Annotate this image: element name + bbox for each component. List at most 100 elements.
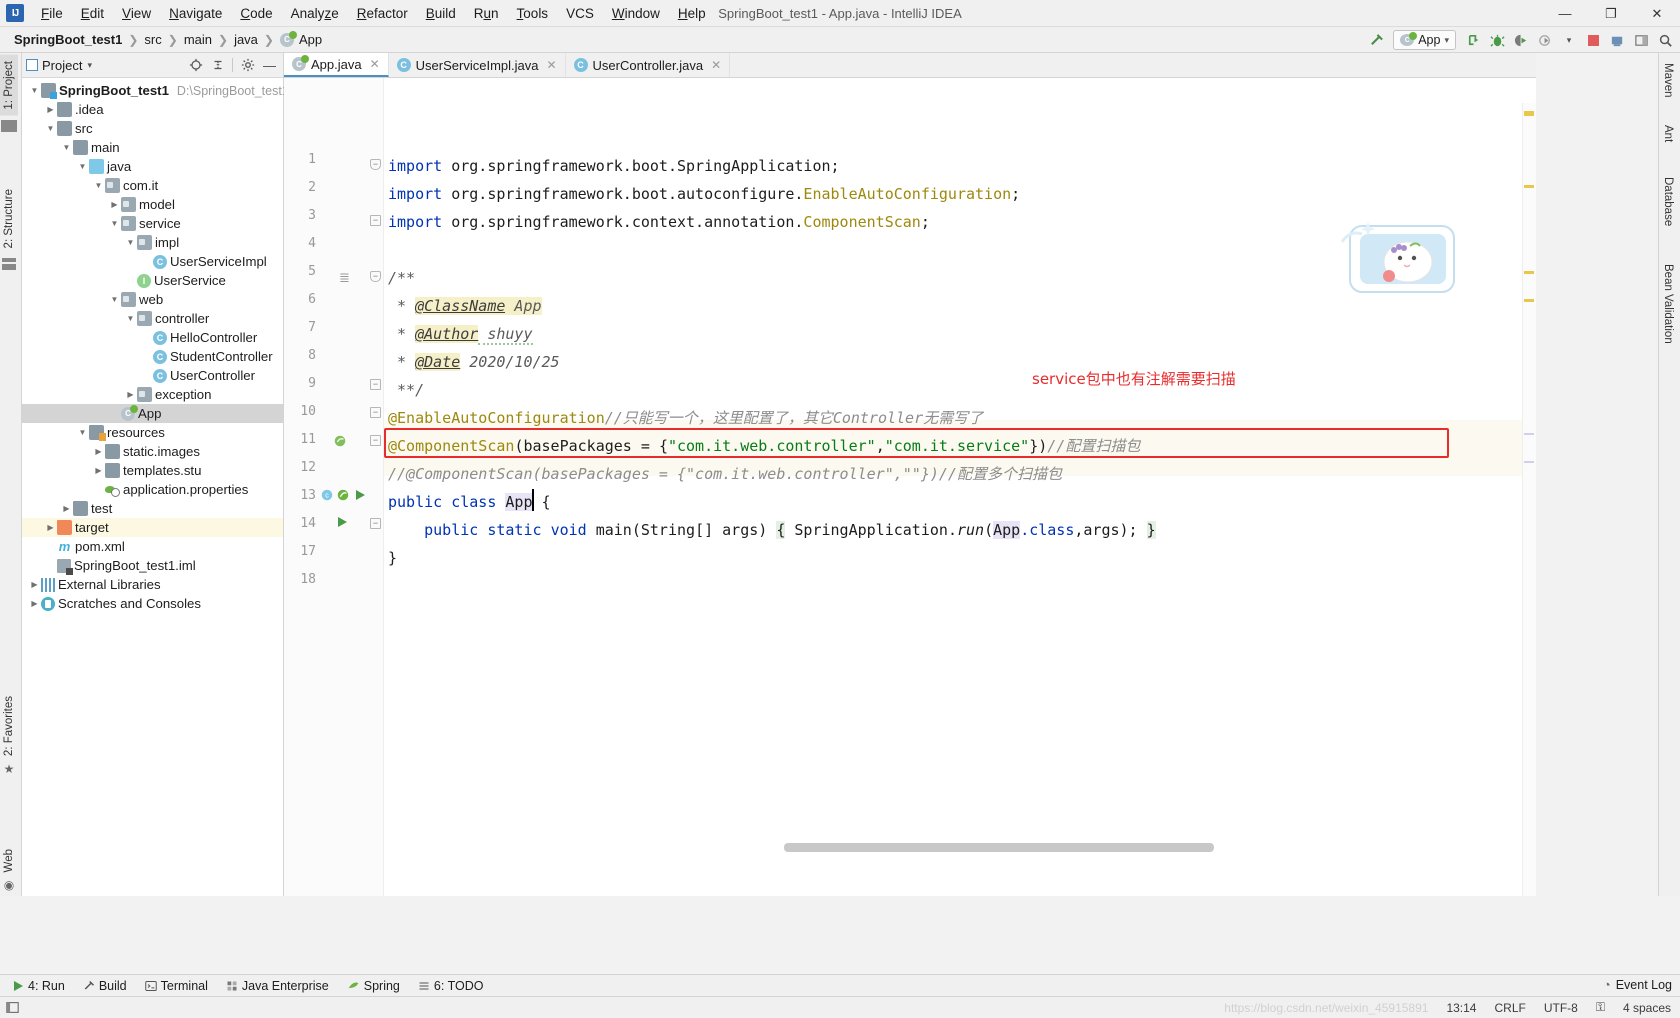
menu-item-code[interactable]: Code <box>231 2 281 25</box>
chevron-down-icon[interactable]: ▼ <box>44 124 57 133</box>
tab-userserviceimpl-java[interactable]: C UserServiceImpl.java ✕ <box>388 53 566 77</box>
menu-item-tools[interactable]: Tools <box>508 2 558 25</box>
file-encoding[interactable]: UTF-8 <box>1535 1001 1587 1015</box>
chevron-right-icon[interactable]: ▶ <box>108 200 121 209</box>
debug-button[interactable] <box>1486 29 1508 51</box>
tree-node-external-libraries[interactable]: ▶ External Libraries <box>22 575 283 594</box>
menu-item-vcs[interactable]: VCS <box>557 2 603 25</box>
chevron-down-icon[interactable]: ▼ <box>92 181 105 190</box>
menu-item-build[interactable]: Build <box>417 2 465 25</box>
tree-node-resources[interactable]: ▼ resources <box>22 423 283 442</box>
tree-node-service[interactable]: ▼ service <box>22 214 283 233</box>
project-tree[interactable]: ▼ SpringBoot_test1 D:\SpringBoot_test1 ▶ .id… <box>22 78 289 613</box>
bottom-tab-terminal[interactable]: Terminal <box>137 977 216 995</box>
sidebar-tab-ant[interactable]: Ant <box>1659 119 1677 148</box>
tab-app-java[interactable]: C App.java ✕ <box>284 53 389 77</box>
fold-handle-annotations[interactable]: − <box>370 407 381 418</box>
bottom-tab-spring[interactable]: Spring <box>339 977 408 995</box>
chevron-down-icon[interactable]: ▼ <box>76 162 89 171</box>
profiler-button[interactable] <box>1534 29 1556 51</box>
run-class-gutter-icon[interactable] <box>354 489 366 504</box>
tree-node-static-images[interactable]: ▶ static.images <box>22 442 283 461</box>
tree-node-controller[interactable]: ▼ controller <box>22 309 283 328</box>
fold-handle-javadoc-end[interactable]: − <box>370 379 381 390</box>
chevron-down-icon[interactable]: ▾ <box>1558 29 1580 51</box>
collapse-all-icon[interactable] <box>208 56 227 75</box>
chevron-down-icon[interactable]: ▼ <box>28 86 41 95</box>
tree-node-hellocontroller[interactable]: ▶CHelloController <box>22 328 283 347</box>
breadcrumb-src[interactable]: src <box>140 30 165 49</box>
tree-node-app[interactable]: ▶CApp <box>22 404 283 423</box>
menu-item-edit[interactable]: Edit <box>72 2 113 25</box>
editor-marker-bar[interactable] <box>1522 103 1536 896</box>
show-tool-windows-icon[interactable] <box>6 1001 19 1014</box>
tree-node-userserviceimpl[interactable]: ▶CUserServiceImpl <box>22 252 283 271</box>
bottom-tab-build[interactable]: Build <box>75 977 135 995</box>
tree-node-springboot-test1-iml[interactable]: ▶ SpringBoot_test1.iml <box>22 556 283 575</box>
tree-node-web[interactable]: ▼ web <box>22 290 283 309</box>
indent-setting[interactable]: 4 spaces <box>1614 1001 1680 1015</box>
warning-marker[interactable] <box>1524 185 1534 188</box>
updates-icon[interactable] <box>1606 29 1628 51</box>
tree-node-exception[interactable]: ▶ exception <box>22 385 283 404</box>
line-separator[interactable]: CRLF <box>1485 1001 1534 1015</box>
project-panel-title[interactable]: Project ▾ <box>42 58 92 73</box>
chevron-down-icon[interactable]: ▼ <box>108 219 121 228</box>
chevron-right-icon[interactable]: ▶ <box>92 447 105 456</box>
menu-item-refactor[interactable]: Refactor <box>348 2 417 25</box>
close-icon[interactable]: ✕ <box>546 58 556 72</box>
chevron-down-icon[interactable]: ▼ <box>76 428 89 437</box>
horizontal-scrollbar[interactable] <box>784 843 1214 852</box>
tree-node-templates-stu[interactable]: ▶ templates.stu <box>22 461 283 480</box>
chevron-right-icon[interactable]: ▶ <box>28 599 41 608</box>
tree-node-java[interactable]: ▼ java <box>22 157 283 176</box>
hide-panel-icon[interactable]: — <box>260 56 279 75</box>
fold-handle-componentscan[interactable]: − <box>370 435 381 446</box>
chevron-right-icon[interactable]: ▶ <box>124 390 137 399</box>
event-log-button[interactable]: ◔ Event Log <box>1603 974 1672 996</box>
chevron-right-icon[interactable]: ▶ <box>92 466 105 475</box>
layout-icon[interactable] <box>1630 29 1652 51</box>
tree-node-main[interactable]: ▼ main <box>22 138 283 157</box>
chevron-right-icon[interactable]: ▶ <box>28 580 41 589</box>
tree-node-com-it[interactable]: ▼ com.it <box>22 176 283 195</box>
lock-icon[interactable]: ⚿ <box>1587 1000 1614 1015</box>
chevron-down-icon[interactable]: ▼ <box>124 314 137 323</box>
tree-node-pom-xml[interactable]: ▶m pom.xml <box>22 537 283 556</box>
menu-item-help[interactable]: Help <box>669 2 715 25</box>
spring-leaf-gutter-icon[interactable] <box>336 488 350 505</box>
tree-node-springboot-test1[interactable]: ▼ SpringBoot_test1 D:\SpringBoot_test1 <box>22 81 289 100</box>
bottom-tab-run[interactable]: 4: Run <box>4 977 73 995</box>
menu-item-run[interactable]: Run <box>465 2 508 25</box>
locate-file-icon[interactable] <box>186 56 205 75</box>
tree-node-target[interactable]: ▶ target <box>22 518 283 537</box>
tab-usercontroller-java[interactable]: C UserController.java ✕ <box>565 53 731 77</box>
bottom-tab-todo[interactable]: 6: TODO <box>410 977 492 995</box>
run-with-coverage-button[interactable] <box>1510 29 1532 51</box>
menu-item-window[interactable]: Window <box>603 2 669 25</box>
chevron-right-icon[interactable]: ▶ <box>44 523 57 532</box>
sidebar-tab-favorites[interactable]: 2: Favorites <box>0 690 18 762</box>
warning-marker[interactable] <box>1524 271 1534 274</box>
javadoc-gutter-icon[interactable]: ≣ <box>339 270 350 286</box>
close-icon[interactable]: ✕ <box>370 57 380 71</box>
tree-node-scratches-and-consoles[interactable]: ▶ Scratches and Consoles <box>22 594 283 613</box>
chevron-down-icon[interactable]: ▼ <box>108 295 121 304</box>
warning-marker[interactable] <box>1524 299 1534 302</box>
spring-config-gutter-icon[interactable]: c <box>320 488 334 505</box>
warning-marker[interactable] <box>1524 111 1534 116</box>
chevron-down-icon[interactable]: ▼ <box>60 143 73 152</box>
sidebar-tab-web[interactable]: Web <box>0 843 18 878</box>
minimize-button[interactable]: — <box>1542 0 1588 27</box>
gear-icon[interactable] <box>238 56 257 75</box>
fold-handle-javadoc[interactable]: − <box>370 271 381 282</box>
chevron-right-icon[interactable]: ▶ <box>60 504 73 513</box>
tree-node--idea[interactable]: ▶ .idea <box>22 100 283 119</box>
tree-node-src[interactable]: ▼ src <box>22 119 283 138</box>
chevron-down-icon[interactable]: ▼ <box>124 238 137 247</box>
spring-bean-gutter-icon[interactable] <box>333 434 347 451</box>
bottom-tab-java-enterprise[interactable]: Java Enterprise <box>218 977 337 995</box>
tree-node-studentcontroller[interactable]: ▶CStudentController <box>22 347 283 366</box>
change-marker[interactable] <box>1524 461 1534 463</box>
menu-item-view[interactable]: View <box>113 2 160 25</box>
